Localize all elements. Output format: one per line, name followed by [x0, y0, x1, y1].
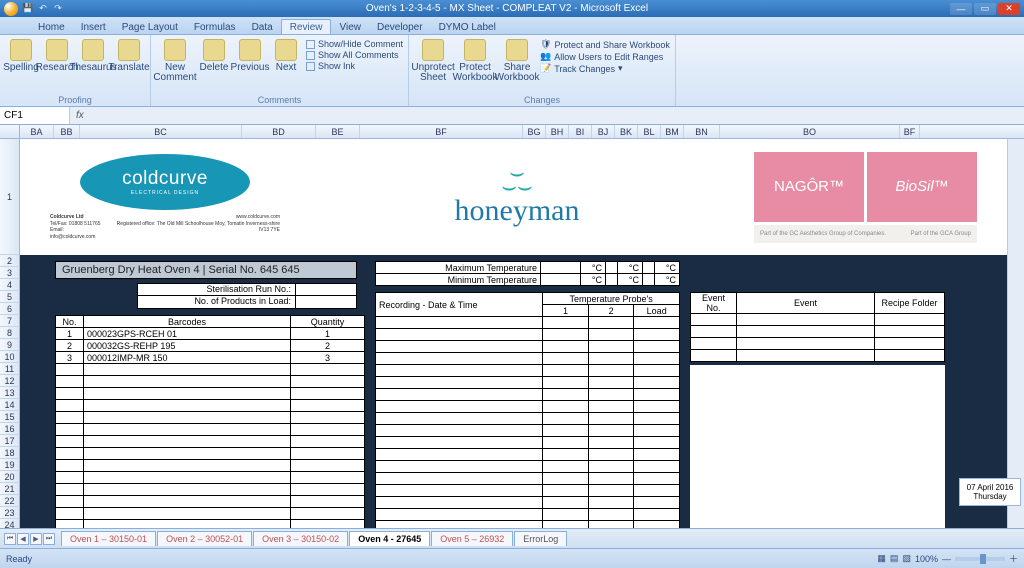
view-normal-icon[interactable]: ▦: [877, 553, 886, 564]
zoom-out-icon[interactable]: ―: [942, 554, 951, 564]
column-headers[interactable]: BABBBCBDBEBFBGBHBIBJBKBLBMBNBOBF: [20, 125, 1024, 139]
spelling-button[interactable]: Spelling: [5, 37, 37, 73]
ribbon-tab-strip: Home Insert Page Layout Formulas Data Re…: [0, 17, 1024, 35]
close-button[interactable]: ✕: [998, 3, 1020, 15]
sheet-tab[interactable]: Oven 5 – 26932: [431, 531, 513, 546]
select-all-corner[interactable]: [0, 125, 20, 139]
tab-data[interactable]: Data: [244, 20, 281, 34]
tab-nav-last[interactable]: ⏭: [43, 533, 55, 545]
unprotect-sheet-button[interactable]: Unprotect Sheet: [414, 37, 452, 83]
title-bar: 💾 ↶ ↷ Oven's 1-2-3-4-5 - MX Sheet - COMP…: [0, 0, 1024, 17]
tab-home[interactable]: Home: [30, 20, 73, 34]
right-logos: NAGÔR™ BioSil™ Part of the GC Aesthetics…: [754, 152, 977, 243]
tab-insert[interactable]: Insert: [73, 20, 114, 34]
allow-edit-ranges[interactable]: 👥 Allow Users to Edit Ranges: [540, 51, 670, 62]
delete-comment-button[interactable]: Delete: [198, 37, 230, 73]
ribbon: Spelling Research Thesaurus Translate Pr…: [0, 35, 1024, 107]
sheet-tab[interactable]: Oven 4 - 27645: [349, 531, 430, 546]
honeyman-logo: ⌣⌣⌣ honeyman: [300, 166, 734, 229]
window-title: Oven's 1-2-3-4-5 - MX Sheet - COMPLEAT V…: [64, 3, 950, 14]
research-button[interactable]: Research: [41, 37, 73, 73]
previous-comment-button[interactable]: Previous: [234, 37, 266, 73]
products-label: No. of Products in Load:: [138, 296, 296, 308]
logo-band: coldcurveELECTRICAL DESIGN Coldcurve Ltd…: [20, 139, 1007, 255]
next-comment-button[interactable]: Next: [270, 37, 302, 73]
sheet-tab[interactable]: Oven 2 – 30052-01: [157, 531, 252, 546]
tab-nav-prev[interactable]: ◀: [17, 533, 29, 545]
sheet-tab-bar: ⏮ ◀ ▶ ⏭ Oven 1 – 30150-01Oven 2 – 30052-…: [0, 528, 1024, 548]
event-table[interactable]: Event No.EventRecipe Folder: [690, 292, 945, 362]
temp-summary[interactable]: Maximum Temperature°C°C°C Minimum Temper…: [375, 261, 680, 286]
showhide-comment[interactable]: Show/Hide Comment: [306, 39, 403, 49]
thesaurus-button[interactable]: Thesaurus: [77, 37, 109, 73]
redo-icon[interactable]: ↷: [52, 3, 64, 15]
recording-table[interactable]: Recording - Date & TimeTemperature Probe…: [375, 292, 680, 528]
group-comments-label: Comments: [156, 95, 403, 106]
fx-icon[interactable]: fx: [70, 110, 90, 121]
sterilisation-label: Sterilisation Run No.:: [138, 284, 296, 295]
clock-widget: 07 April 2016Thursday: [959, 478, 1021, 506]
tab-review[interactable]: Review: [281, 19, 332, 34]
tab-view[interactable]: View: [331, 20, 369, 34]
sheet-tab[interactable]: ErrorLog: [514, 531, 567, 546]
protect-workbook-button[interactable]: Protect Workbook: [456, 37, 494, 83]
vertical-scrollbar[interactable]: [1007, 139, 1024, 528]
worksheet[interactable]: coldcurveELECTRICAL DESIGN Coldcurve Ltd…: [20, 139, 1007, 528]
barcode-table[interactable]: No.BarcodesQuantity 1000023GPS-RCEH 0112…: [55, 315, 365, 528]
show-all-comments[interactable]: Show All Comments: [306, 50, 403, 60]
formula-bar: CF1 fx: [0, 107, 1024, 125]
tab-nav-next[interactable]: ▶: [30, 533, 42, 545]
status-ready: Ready: [6, 554, 32, 564]
name-box[interactable]: CF1: [0, 107, 70, 124]
office-orb[interactable]: [4, 2, 18, 16]
zoom-slider[interactable]: [955, 557, 1005, 561]
nagor-logo: NAGÔR™: [754, 152, 864, 222]
quick-access-toolbar: 💾 ↶ ↷: [22, 3, 64, 15]
tab-page-layout[interactable]: Page Layout: [114, 20, 186, 34]
undo-icon[interactable]: ↶: [37, 3, 49, 15]
new-comment-button[interactable]: New Comment: [156, 37, 194, 83]
maximize-button[interactable]: ▭: [974, 3, 996, 15]
protect-share-workbook[interactable]: 🛡 Protect and Share Workbook: [540, 39, 670, 50]
tab-formulas[interactable]: Formulas: [186, 20, 244, 34]
sheet-tab[interactable]: Oven 3 – 30150-02: [253, 531, 348, 546]
products-value[interactable]: [296, 296, 356, 308]
save-icon[interactable]: 💾: [22, 3, 34, 15]
view-break-icon[interactable]: ▧: [902, 553, 911, 564]
zoom-level[interactable]: 100%: [915, 554, 938, 564]
coldcurve-logo: coldcurveELECTRICAL DESIGN Coldcurve Ltd…: [50, 154, 280, 240]
zoom-in-icon[interactable]: ＋: [1009, 552, 1018, 565]
biosil-logo: BioSil™: [867, 152, 977, 222]
group-proofing-label: Proofing: [5, 95, 145, 106]
grid-area: BABBBCBDBEBFBGBHBIBJBKBLBMBNBOBF 1234567…: [0, 125, 1024, 528]
translate-button[interactable]: Translate: [113, 37, 145, 73]
group-changes-label: Changes: [414, 95, 670, 106]
sterilisation-value[interactable]: [296, 284, 356, 295]
track-changes[interactable]: 📝 Track Changes ▾: [540, 63, 670, 74]
sheet-tab[interactable]: Oven 1 – 30150-01: [61, 531, 156, 546]
minimize-button[interactable]: ―: [950, 3, 972, 15]
oven-title: Gruenberg Dry Heat Oven 4 | Serial No. 6…: [55, 261, 357, 279]
status-bar: Ready ▦ ▤ ▧ 100% ― ＋: [0, 548, 1024, 568]
row-headers[interactable]: 1234567891011121314151617181920212223242…: [0, 139, 20, 528]
show-ink[interactable]: Show Ink: [306, 61, 403, 71]
white-block: [690, 365, 945, 528]
share-workbook-button[interactable]: Share Workbook: [498, 37, 536, 83]
tab-dymo[interactable]: DYMO Label: [431, 20, 504, 34]
tab-nav-first[interactable]: ⏮: [4, 533, 16, 545]
tab-developer[interactable]: Developer: [369, 20, 431, 34]
view-layout-icon[interactable]: ▤: [890, 553, 899, 564]
